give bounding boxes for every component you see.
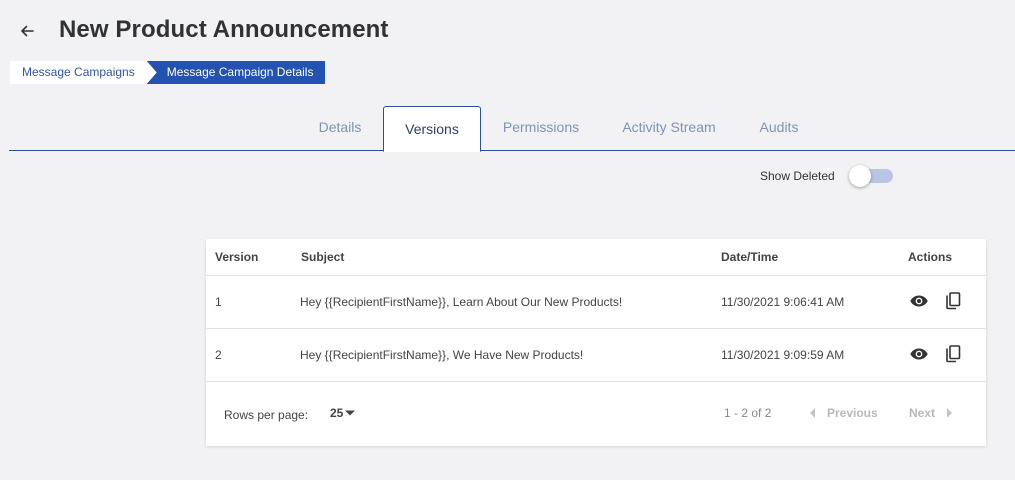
versions-table-card: Version Subject Date/Time Actions 1 Hey … bbox=[206, 239, 986, 446]
column-header-version: Version bbox=[215, 250, 259, 264]
table-row: 2 Hey {{RecipientFirstName}}, We Have Ne… bbox=[206, 329, 986, 382]
caret-down-icon bbox=[345, 410, 356, 416]
view-button[interactable] bbox=[908, 343, 930, 365]
copy-icon bbox=[946, 345, 961, 363]
subject-cell: Hey {{RecipientFirstName}}, Learn About … bbox=[300, 295, 623, 309]
column-header-datetime: Date/Time bbox=[721, 250, 779, 264]
column-header-subject: Subject bbox=[301, 250, 345, 264]
datetime-cell: 11/30/2021 9:09:59 AM bbox=[721, 348, 845, 362]
tab-audits[interactable]: Audits bbox=[744, 106, 814, 151]
show-deleted-toggle[interactable] bbox=[848, 165, 893, 187]
copy-button[interactable] bbox=[942, 343, 964, 365]
tab-activity-stream[interactable]: Activity Stream bbox=[607, 106, 731, 151]
breadcrumb-item-message-campaign-details[interactable]: Message Campaign Details bbox=[146, 61, 326, 84]
tab-bar: Details Versions Permissions Activity St… bbox=[9, 106, 1015, 152]
tab-versions[interactable]: Versions bbox=[383, 106, 481, 152]
page-title: New Product Announcement bbox=[59, 16, 389, 43]
datetime-cell: 11/30/2021 9:06:41 AM bbox=[721, 295, 845, 309]
table-header: Version Subject Date/Time Actions bbox=[206, 239, 986, 276]
arrow-left-icon bbox=[21, 25, 34, 37]
table-row: 1 Hey {{RecipientFirstName}}, Learn Abou… bbox=[206, 276, 986, 329]
previous-page-button[interactable]: Previous bbox=[808, 406, 878, 420]
show-deleted-label: Show Deleted bbox=[760, 169, 835, 183]
page-header: New Product Announcement bbox=[0, 0, 1015, 60]
version-cell: 1 bbox=[215, 295, 222, 309]
toggle-knob bbox=[848, 165, 871, 187]
breadcrumb: Message Campaigns Message Campaign Detai… bbox=[10, 61, 326, 84]
copy-button[interactable] bbox=[942, 290, 964, 312]
previous-label: Previous bbox=[827, 406, 878, 420]
tab-permissions[interactable]: Permissions bbox=[489, 106, 593, 151]
chevron-right-icon bbox=[947, 408, 953, 418]
pagination-range: 1 - 2 of 2 bbox=[724, 406, 772, 420]
next-label: Next bbox=[909, 406, 936, 420]
eye-icon bbox=[910, 295, 928, 307]
subject-cell: Hey {{RecipientFirstName}}, We Have New … bbox=[300, 348, 584, 362]
tab-details[interactable]: Details bbox=[299, 106, 381, 151]
version-cell: 2 bbox=[215, 348, 222, 362]
table-pagination: Rows per page: 25 1 - 2 of 2 Previous Ne… bbox=[206, 382, 986, 446]
view-button[interactable] bbox=[908, 290, 930, 312]
breadcrumb-item-message-campaigns[interactable]: Message Campaigns bbox=[10, 61, 157, 84]
rows-per-page-value: 25 bbox=[330, 406, 344, 420]
next-page-button[interactable]: Next bbox=[909, 406, 954, 420]
copy-icon bbox=[946, 292, 961, 310]
chevron-left-icon bbox=[810, 408, 815, 418]
rows-per-page-select[interactable]: 25 bbox=[330, 406, 356, 420]
back-button[interactable] bbox=[14, 18, 40, 44]
rows-per-page-label: Rows per page: bbox=[224, 408, 309, 422]
eye-icon bbox=[910, 348, 928, 360]
column-header-actions: Actions bbox=[908, 250, 953, 264]
show-deleted-control: Show Deleted bbox=[760, 164, 893, 188]
